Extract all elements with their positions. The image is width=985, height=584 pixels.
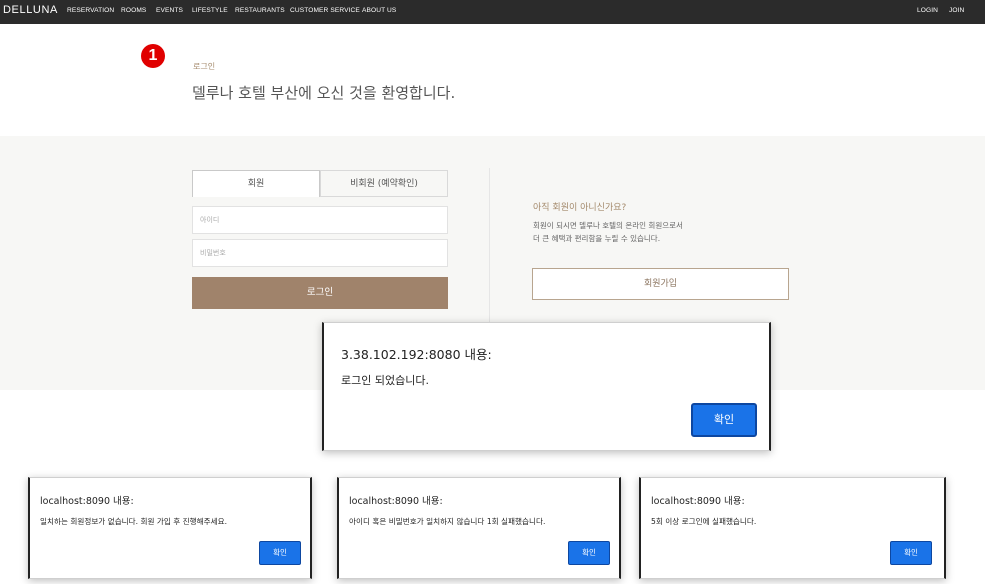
dialog-message: 로그인 되었습니다. (341, 374, 429, 387)
alert-dialog-mismatch: localhost:8090 내용: 아이디 혹은 비밀번호가 일치하지 않습니… (337, 477, 621, 579)
dialog-ok-button[interactable]: 확인 (568, 541, 610, 565)
login-button[interactable]: 로그인 (192, 277, 448, 309)
page-label: 로그인 (193, 62, 216, 71)
alert-dialog-locked: localhost:8090 내용: 5회 이상 로그인에 실패했습니다. 확인 (639, 477, 946, 579)
signup-button[interactable]: 회원가입 (532, 268, 789, 300)
tab-member[interactable]: 회원 (192, 170, 320, 197)
dialog-message: 일치하는 회원정보가 없습니다. 회원 가입 후 진행해주세요. (40, 517, 227, 526)
id-input[interactable]: 아이디 (192, 206, 448, 234)
tab-non-member[interactable]: 비회원 (예약확인) (320, 170, 448, 197)
dialog-title: 3.38.102.192:8080 내용: (341, 347, 492, 362)
dialog-title: localhost:8090 내용: (349, 496, 443, 507)
nav-events[interactable]: EVENTS (156, 7, 183, 14)
nav-login[interactable]: LOGIN (917, 7, 938, 14)
dialog-ok-button[interactable]: 확인 (259, 541, 301, 565)
nav-lifestyle[interactable]: LIFESTYLE (192, 7, 228, 14)
dialog-message: 아이디 혹은 비밀번호가 일치하지 않습니다 1회 실패했습니다. (349, 517, 546, 526)
dialog-message: 5회 이상 로그인에 실패했습니다. (651, 517, 757, 526)
step-marker: 1 (141, 44, 165, 68)
dialog-title: localhost:8090 내용: (651, 496, 745, 507)
nav-reservation[interactable]: RESERVATION (67, 7, 114, 14)
alert-dialog-main: 3.38.102.192:8080 내용: 로그인 되었습니다. 확인 (322, 322, 771, 451)
password-input[interactable]: 비밀번호 (192, 239, 448, 267)
dialog-ok-button[interactable]: 확인 (691, 403, 757, 437)
nav-customer-service[interactable]: CUSTOMER SERVICE (290, 7, 360, 14)
top-navbar: DELLUNA RESERVATION ROOMS EVENTS LIFESTY… (0, 0, 985, 24)
nav-rooms[interactable]: ROOMS (121, 7, 146, 14)
brand-logo[interactable]: DELLUNA (3, 4, 58, 16)
nav-join[interactable]: JOIN (949, 7, 964, 14)
dialog-ok-button[interactable]: 확인 (890, 541, 932, 565)
signup-desc-line1: 회원이 되시면 델루나 호텔의 온라인 회원으로서 (533, 221, 683, 230)
nav-restaurants[interactable]: RESTAURANTS (235, 7, 285, 14)
dialog-title: localhost:8090 내용: (40, 496, 134, 507)
signup-desc-line2: 더 큰 혜택과 편리함을 누릴 수 있습니다. (533, 234, 661, 243)
alert-dialog-no-member: localhost:8090 내용: 일치하는 회원정보가 없습니다. 회원 가… (28, 477, 312, 579)
signup-title: 아직 회원이 아니신가요? (533, 203, 627, 213)
nav-about-us[interactable]: ABOUT US (362, 7, 396, 14)
welcome-heading: 델루나 호텔 부산에 오신 것을 환영합니다. (192, 84, 456, 102)
